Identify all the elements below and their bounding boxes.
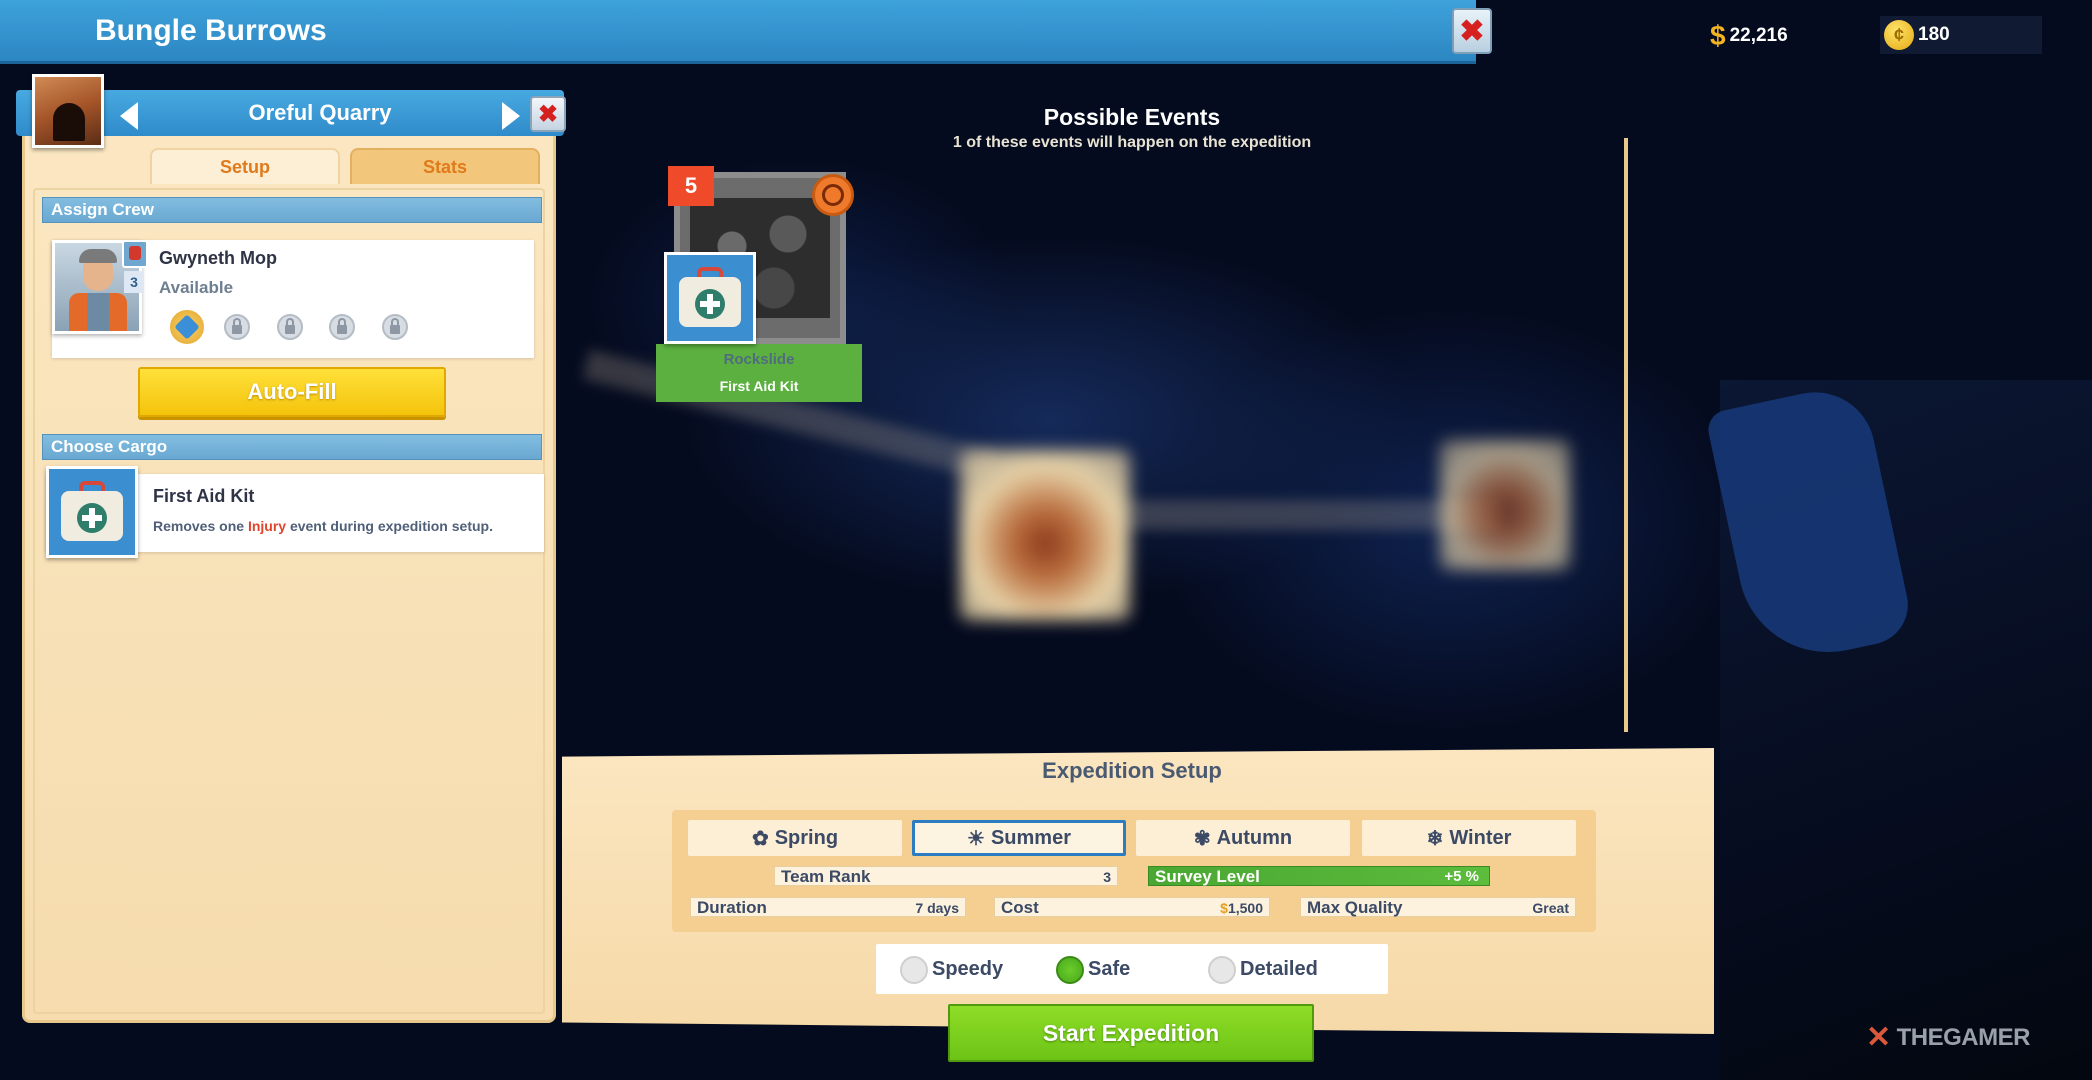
map-node — [960, 450, 1130, 620]
autumn-icon: ✾ — [1193, 827, 1211, 850]
start-expedition-button[interactable]: Start Expedition — [948, 1004, 1314, 1062]
summer-icon: ☀ — [967, 827, 985, 850]
money-icon: $ — [1220, 900, 1228, 916]
team-rank-field: Team Rank 3 — [774, 866, 1118, 886]
tab-stats[interactable]: Stats — [350, 148, 540, 184]
mode-safe-radio[interactable] — [1056, 956, 1084, 984]
gold-value: 180 — [1918, 24, 1950, 45]
crew-status: Available — [159, 278, 234, 297]
injury-event-icon — [812, 174, 854, 216]
season-spring-button[interactable]: ✿ Spring — [688, 820, 902, 856]
mode-safe-label[interactable]: Safe — [1088, 958, 1130, 981]
event-cargo-label: First Aid Kit — [719, 378, 799, 394]
money-icon: $ — [1710, 20, 1726, 51]
mode-detailed-label[interactable]: Detailed — [1240, 958, 1318, 981]
season-autumn-button[interactable]: ✾ Autumn — [1136, 820, 1350, 856]
cost-field: Cost $1,500 — [994, 897, 1270, 917]
next-location-arrow-icon[interactable] — [502, 102, 520, 130]
close-button[interactable]: ✖ — [1452, 8, 1492, 54]
assign-crew-header: Assign Crew — [42, 197, 542, 223]
gold-counter: ¢ 180 — [1880, 16, 2042, 54]
crew-rank: 3 — [124, 271, 144, 293]
thegamer-logo-icon: ✕ — [1866, 1021, 1891, 1054]
survey-level-bar: Survey Level +5 % — [1148, 866, 1490, 886]
crew-name: Gwyneth Mop — [159, 248, 277, 268]
crew-class-icon — [122, 240, 148, 268]
tab-setup[interactable]: Setup — [150, 148, 340, 184]
prev-location-arrow-icon[interactable] — [120, 102, 138, 130]
spring-icon: ✿ — [751, 827, 769, 850]
winter-icon: ❄ — [1426, 827, 1444, 850]
close-icon: ✖ — [1459, 14, 1485, 48]
cargo-name: First Aid Kit — [153, 486, 255, 506]
locked-slot-icon — [382, 314, 408, 340]
cargo-description: Removes one Injury event during expediti… — [153, 518, 493, 534]
choose-cargo-header: Choose Cargo — [42, 434, 542, 460]
mode-detailed-radio[interactable] — [1208, 956, 1236, 984]
locked-slot-icon — [277, 314, 303, 340]
injury-keyword: Injury — [247, 518, 287, 534]
season-winter-button[interactable]: ❄ Winter — [1362, 820, 1576, 856]
close-icon: ✖ — [537, 100, 559, 128]
events-scrollbar[interactable] — [1624, 138, 1628, 732]
coin-icon: ¢ — [1884, 20, 1914, 50]
location-thumbnail — [32, 74, 104, 148]
location-name: Oreful Quarry — [248, 100, 392, 125]
cave-icon — [53, 103, 85, 141]
events-subtitle: 1 of these events will happen on the exp… — [952, 134, 1312, 151]
crew-skill-icon[interactable] — [168, 308, 206, 346]
auto-fill-button[interactable]: Auto-Fill — [138, 367, 446, 417]
event-name: Rockslide — [723, 351, 795, 368]
locked-slot-icon — [329, 314, 355, 340]
events-title: Possible Events — [1043, 104, 1221, 130]
season-summer-button[interactable]: ☀ Summer — [912, 820, 1126, 856]
money-counter: $ 22,216 — [1710, 20, 1788, 52]
map-node — [1440, 440, 1570, 570]
page-title: Bungle Burrows — [95, 14, 327, 47]
first-aid-kit-icon — [46, 466, 138, 558]
close-location-button[interactable]: ✖ — [530, 96, 566, 132]
mode-speedy-radio[interactable] — [900, 956, 928, 984]
watermark: ✕ THEGAMER — [1866, 1021, 2030, 1054]
max-quality-field: Max Quality Great — [1300, 897, 1576, 917]
title-bar: Bungle Burrows — [0, 0, 1476, 64]
duration-field: Duration 7 days — [690, 897, 966, 917]
mode-speedy-label[interactable]: Speedy — [932, 958, 1003, 981]
event-count-badge: 5 — [668, 166, 714, 206]
locked-slot-icon — [224, 314, 250, 340]
money-value: 22,216 — [1729, 25, 1788, 46]
first-aid-kit-icon — [664, 252, 756, 344]
expedition-setup-title: Expedition Setup — [1042, 758, 1222, 783]
